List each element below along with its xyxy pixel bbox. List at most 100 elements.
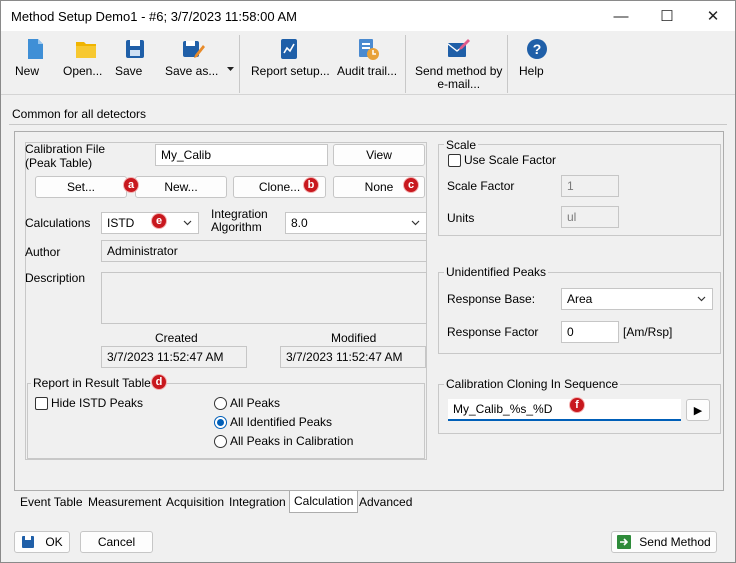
svg-text:?: ?: [533, 41, 542, 57]
use-scale-factor-label: Use Scale Factor: [464, 153, 557, 167]
title-bar: Method Setup Demo1 - #6; 3/7/2023 11:58:…: [1, 1, 735, 31]
send-method-email-button[interactable]: Send method by e-mail...: [415, 35, 503, 91]
scale-factor-input[interactable]: 1: [561, 175, 619, 197]
play-arrow-icon: ▶: [693, 404, 703, 417]
annotation-marker-e: e: [151, 213, 167, 229]
use-scale-factor-checkbox[interactable]: [448, 154, 461, 167]
author-label: Author: [25, 245, 61, 259]
help-icon: ?: [525, 37, 549, 61]
chevron-down-icon: [411, 220, 420, 226]
tab-acquisition[interactable]: Acquisition: [166, 491, 224, 513]
ok-button[interactable]: OK: [14, 531, 70, 553]
units-input[interactable]: ul: [561, 206, 619, 228]
folder-icon: [74, 37, 98, 61]
save-as-icon: [181, 37, 205, 61]
send-arrow-icon: [617, 535, 632, 549]
created-label: Created: [155, 331, 198, 345]
integration-algorithm-select[interactable]: 8.0: [285, 212, 427, 234]
modified-field: 3/7/2023 11:52:47 AM: [280, 346, 426, 368]
common-detectors-label: Common for all detectors: [12, 107, 147, 121]
save-as-dropdown-arrow[interactable]: [227, 61, 234, 75]
all-peaks-radio[interactable]: [214, 397, 227, 410]
calculation-panel: Calibration File (Peak Table) My_Calib Vi…: [14, 131, 724, 491]
response-factor-unit: [Am/Rsp]: [623, 325, 673, 339]
calibration-cloning-input[interactable]: My_Calib_%s_%D: [448, 399, 681, 421]
save-button[interactable]: Save: [115, 35, 155, 91]
tab-measurement[interactable]: Measurement: [88, 491, 161, 513]
annotation-marker-d: d: [151, 374, 167, 390]
toolbar-separator: [239, 35, 240, 93]
annotation-marker-b: b: [303, 177, 319, 193]
audit-trail-button[interactable]: Audit trail...: [337, 35, 399, 91]
all-peaks-label: All Peaks: [230, 396, 281, 410]
units-label: Units: [447, 211, 475, 225]
calibration-file-label: Calibration File (Peak Table): [25, 142, 106, 170]
set-button[interactable]: Set...: [35, 176, 127, 198]
new-file-icon: [23, 37, 47, 61]
toolbar-separator: [405, 35, 406, 93]
maximize-icon: ☐: [660, 8, 674, 25]
new-button[interactable]: New: [15, 35, 55, 91]
response-factor-input[interactable]: 0: [561, 321, 619, 343]
annotation-marker-c: c: [403, 177, 419, 193]
author-field: Administrator: [101, 240, 427, 262]
created-field: 3/7/2023 11:52:47 AM: [101, 346, 247, 368]
toolbar: New Open... Save Save as... Report setup…: [1, 31, 735, 95]
description-label: Description: [25, 271, 86, 285]
tab-integration[interactable]: Integration: [229, 491, 286, 513]
minimize-button[interactable]: —: [599, 1, 643, 31]
unidentified-peaks-title: Unidentified Peaks: [444, 265, 549, 279]
floppy-icon: [22, 536, 35, 548]
maximize-button[interactable]: ☐: [645, 1, 689, 31]
window-title: Method Setup Demo1 - #6; 3/7/2023 11:58:…: [11, 9, 297, 24]
method-setup-window: Method Setup Demo1 - #6; 3/7/2023 11:58:…: [0, 0, 736, 563]
cloning-insert-button[interactable]: ▶: [686, 399, 710, 421]
report-setup-button[interactable]: Report setup...: [251, 35, 330, 91]
report-chart-icon: [277, 37, 301, 61]
description-field: [101, 272, 427, 324]
hide-istd-label: Hide ISTD Peaks: [51, 396, 144, 410]
tab-event-table[interactable]: Event Table: [20, 491, 83, 513]
response-base-select[interactable]: Area: [561, 288, 713, 310]
caret-down-icon: [227, 67, 234, 71]
open-button[interactable]: Open...: [63, 35, 109, 91]
close-icon: ✕: [706, 8, 720, 25]
divider: [9, 124, 727, 125]
calculations-label: Calculations: [25, 216, 91, 230]
cancel-button[interactable]: Cancel: [80, 531, 153, 553]
all-identified-peaks-radio[interactable]: [214, 416, 227, 429]
calibration-file-input[interactable]: My_Calib: [155, 144, 328, 166]
email-icon: [446, 37, 470, 61]
view-button[interactable]: View: [333, 144, 425, 166]
scale-title: Scale: [444, 138, 479, 152]
annotation-marker-a: a: [123, 177, 139, 193]
send-method-label-line2: e-mail...: [437, 77, 481, 91]
help-button[interactable]: ? Help: [519, 35, 555, 91]
response-factor-label: Response Factor: [447, 325, 539, 339]
tab-advanced[interactable]: Advanced: [359, 491, 412, 513]
all-peaks-in-calibration-label: All Peaks in Calibration: [230, 434, 354, 448]
toolbar-separator: [507, 35, 508, 93]
response-base-label: Response Base:: [447, 292, 536, 306]
chevron-down-icon: [697, 296, 706, 302]
scale-factor-label: Scale Factor: [447, 179, 515, 193]
close-button[interactable]: ✕: [691, 1, 735, 31]
modified-label: Modified: [331, 331, 377, 345]
calculations-select[interactable]: ISTD: [101, 212, 199, 234]
chevron-down-icon: [183, 220, 192, 226]
audit-clock-icon: [356, 37, 380, 61]
annotation-marker-f: f: [569, 397, 585, 413]
all-peaks-in-calibration-radio[interactable]: [214, 435, 227, 448]
send-method-button[interactable]: Send Method: [611, 531, 717, 553]
floppy-icon: [123, 37, 147, 61]
tab-calculation[interactable]: Calculation: [289, 491, 359, 513]
minimize-icon: —: [613, 7, 629, 25]
save-as-button[interactable]: Save as...: [165, 35, 221, 91]
all-identified-peaks-label: All Identified Peaks: [230, 415, 333, 429]
hide-istd-checkbox[interactable]: [35, 397, 48, 410]
calibration-cloning-title: Calibration Cloning In Sequence: [444, 377, 621, 391]
new-calibration-button[interactable]: New...: [135, 176, 227, 198]
integration-algorithm-label: Integration Algorithm: [211, 207, 268, 234]
report-result-table-title: Report in Result Table: [31, 376, 153, 390]
send-method-label-line1: Send method by: [415, 64, 503, 78]
